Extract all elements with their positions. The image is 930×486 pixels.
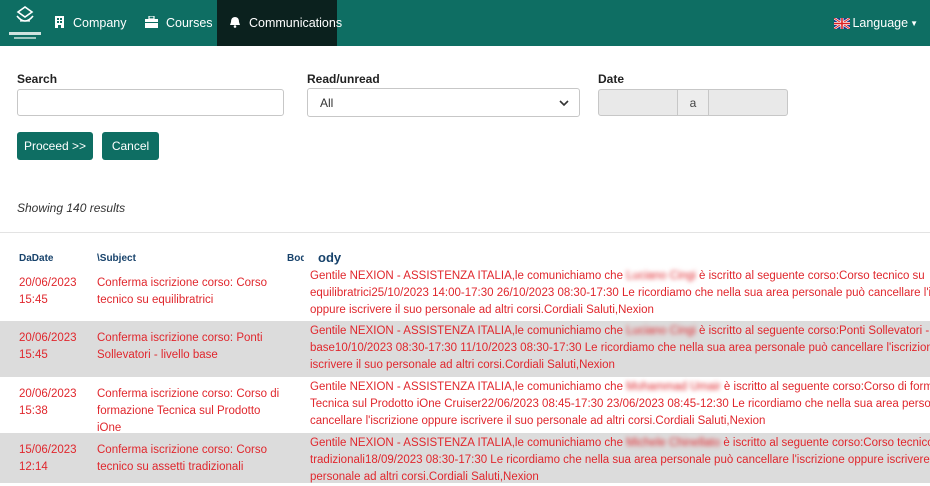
column-header-body-overlap: ody xyxy=(304,250,342,266)
row-body-line: Gentile NEXION - ASSISTENZA ITALIA,le co… xyxy=(310,435,930,452)
header-overlap-shade xyxy=(304,250,318,266)
row-body-line: personale ad altri corsi.Cordiali Saluti… xyxy=(310,469,930,486)
row-subject[interactable]: Conferma iscrizione corso: Corso tecnico … xyxy=(97,275,287,309)
body-text: è iscritto al seguente corso:Corso di fo… xyxy=(720,381,930,393)
redacted-person-name: Luciano Cingi xyxy=(626,325,696,337)
results-count: Showing 140 results xyxy=(17,201,126,215)
building-icon xyxy=(54,15,65,31)
row-body-line: Tecnica sul Prodotto iOne Cruiser22/06/2… xyxy=(310,396,930,413)
row-body-line: Gentile NEXION - ASSISTENZA ITALIA,le co… xyxy=(310,323,930,340)
body-text: Tecnica sul Prodotto iOne Cruiser22/06/2… xyxy=(310,398,930,410)
row-subject[interactable]: Conferma iscrizione corso: Ponti Sollevat… xyxy=(97,330,287,364)
row-date-time: 15:45 xyxy=(19,294,48,306)
row-body-line: base10/10/2023 08:30-17:30 11/10/2023 08… xyxy=(310,340,930,357)
company-logo[interactable] xyxy=(6,4,44,42)
column-header-body-overlap-text: ody xyxy=(318,250,342,265)
body-text: base10/10/2023 08:30-17:30 11/10/2023 08… xyxy=(310,342,930,354)
cancel-button[interactable]: Cancel xyxy=(102,132,159,160)
caret-down-icon: ▼ xyxy=(910,18,918,28)
nav-company-label: Company xyxy=(73,16,127,30)
table-row[interactable]: 20/06/2023 15:38 Conferma iscrizione corso… xyxy=(0,377,930,451)
body-text: Gentile NEXION - ASSISTENZA ITALIA,le co… xyxy=(310,381,627,393)
row-body-line: Gentile NEXION - ASSISTENZA ITALIA,le co… xyxy=(310,268,930,285)
divider xyxy=(0,232,930,233)
row-date: 20/06/2023 15:45 xyxy=(19,275,89,309)
row-subject-line: Conferma iscrizione corso: Corso xyxy=(97,277,268,289)
uk-flag-icon xyxy=(833,16,852,30)
body-text: cancellare l'iscrizione oppure iscrivere… xyxy=(310,415,766,427)
row-subject-line: Conferma iscrizione corso: Corso di xyxy=(97,388,280,400)
body-text: Gentile NEXION - ASSISTENZA ITALIA,le co… xyxy=(310,270,627,282)
row-date-day: 20/06/2023 xyxy=(19,388,77,400)
body-text: iscrivere il suo personale ad altri cors… xyxy=(310,359,615,371)
search-label: Search xyxy=(17,72,58,86)
date-label: Date xyxy=(598,72,625,86)
read-unread-label: Read/unread xyxy=(307,72,380,86)
row-date-day: 20/06/2023 xyxy=(19,277,77,289)
row-date-time: 15:38 xyxy=(19,405,48,417)
table-row[interactable]: 20/06/2023 15:45 Conferma iscrizione corso… xyxy=(0,321,930,377)
row-subject-line: tecnico su assetti tradizionali xyxy=(97,461,244,473)
column-header-subject[interactable]: \Subject xyxy=(97,253,136,264)
row-date-time: 12:14 xyxy=(19,461,48,473)
redacted-person-name: Mohammad Umair xyxy=(626,381,721,393)
proceed-button[interactable]: Proceed >> xyxy=(17,132,93,160)
body-text: Gentile NEXION - ASSISTENZA ITALIA,le co… xyxy=(310,325,627,337)
row-body-line: cancellare l'iscrizione oppure iscrivere… xyxy=(310,413,930,430)
bell-icon xyxy=(229,16,241,31)
row-date-day: 15/06/2023 xyxy=(19,444,77,456)
redacted-person-name: Michele Chinellato xyxy=(626,437,721,449)
chevron-down-icon xyxy=(559,97,569,107)
table-row[interactable]: 20/06/2023 15:45 Conferma iscrizione corso… xyxy=(0,266,930,321)
row-subject-line: Sollevatori - livello base xyxy=(97,349,218,361)
row-body-line: oppure iscrivere il suo personale ad alt… xyxy=(310,302,930,319)
body-text: oppure iscrivere il suo personale ad alt… xyxy=(310,304,654,316)
top-navbar: Company Courses Communications Language … xyxy=(0,0,930,46)
redacted-person-name: Luciano Cingi xyxy=(626,270,696,282)
date-to-input[interactable] xyxy=(708,89,788,116)
body-text: è iscritto al seguente corso:Corso tecni… xyxy=(720,437,930,449)
language-label: Language xyxy=(852,16,909,30)
row-body-line: Gentile NEXION - ASSISTENZA ITALIA,le co… xyxy=(310,379,930,396)
body-text: personale ad altri corsi.Cordiali Saluti… xyxy=(310,471,539,483)
row-body[interactable]: Gentile NEXION - ASSISTENZA ITALIA,le co… xyxy=(310,323,930,374)
column-header-date[interactable]: DaDate xyxy=(19,253,53,264)
row-date-time: 15:45 xyxy=(19,349,48,361)
read-unread-select[interactable]: All xyxy=(307,88,580,117)
row-body-line: tradizionali18/09/2023 08:30-17:30 Le ri… xyxy=(310,452,930,469)
row-body-line: equilibratrici25/10/2023 14:00-17:30 26/… xyxy=(310,285,930,302)
row-subject-line: Conferma iscrizione corso: Ponti xyxy=(97,332,263,344)
language-dropdown[interactable]: Language ▼ xyxy=(833,0,918,46)
row-body[interactable]: Gentile NEXION - ASSISTENZA ITALIA,le co… xyxy=(310,379,930,430)
row-subject-line: formazione Tecnica sul Prodotto iOne xyxy=(97,405,261,434)
row-body-line: iscrivere il suo personale ad altri cors… xyxy=(310,357,930,374)
row-date: 20/06/2023 15:38 xyxy=(19,386,89,420)
row-subject[interactable]: Conferma iscrizione corso: Corso tecnico … xyxy=(97,442,287,476)
date-separator: a xyxy=(678,89,708,116)
row-subject-line: Conferma iscrizione corso: Corso xyxy=(97,444,268,456)
search-input[interactable] xyxy=(17,89,284,116)
row-date: 20/06/2023 15:45 xyxy=(19,330,89,364)
nav-communications-label: Communications xyxy=(249,16,343,30)
row-body[interactable]: Gentile NEXION - ASSISTENZA ITALIA,le co… xyxy=(310,435,930,486)
briefcase-icon xyxy=(145,14,158,31)
row-date: 15/06/2023 12:14 xyxy=(19,442,89,476)
body-text: Gentile NEXION - ASSISTENZA ITALIA,le co… xyxy=(310,437,627,449)
row-body[interactable]: Gentile NEXION - ASSISTENZA ITALIA,le co… xyxy=(310,268,930,319)
nav-courses[interactable]: Courses xyxy=(145,0,213,46)
nav-communications[interactable]: Communications xyxy=(217,0,342,46)
table-row[interactable]: 15/06/2023 12:14 Conferma iscrizione corso… xyxy=(0,433,930,483)
nav-courses-label: Courses xyxy=(166,16,213,30)
body-text: tradizionali18/09/2023 08:30-17:30 Le ri… xyxy=(310,454,930,466)
body-text: è iscritto al seguente corso:Ponti Solle… xyxy=(695,325,930,337)
body-text: equilibratrici25/10/2023 14:00-17:30 26/… xyxy=(310,287,930,299)
body-text: è iscritto al seguente corso:Corso tecni… xyxy=(695,270,925,282)
read-unread-value: All xyxy=(320,95,334,110)
row-subject-line: tecnico su equilibratrici xyxy=(97,294,214,306)
row-date-day: 20/06/2023 xyxy=(19,332,77,344)
date-from-input[interactable] xyxy=(598,89,678,116)
nav-company[interactable]: Company xyxy=(54,0,127,46)
